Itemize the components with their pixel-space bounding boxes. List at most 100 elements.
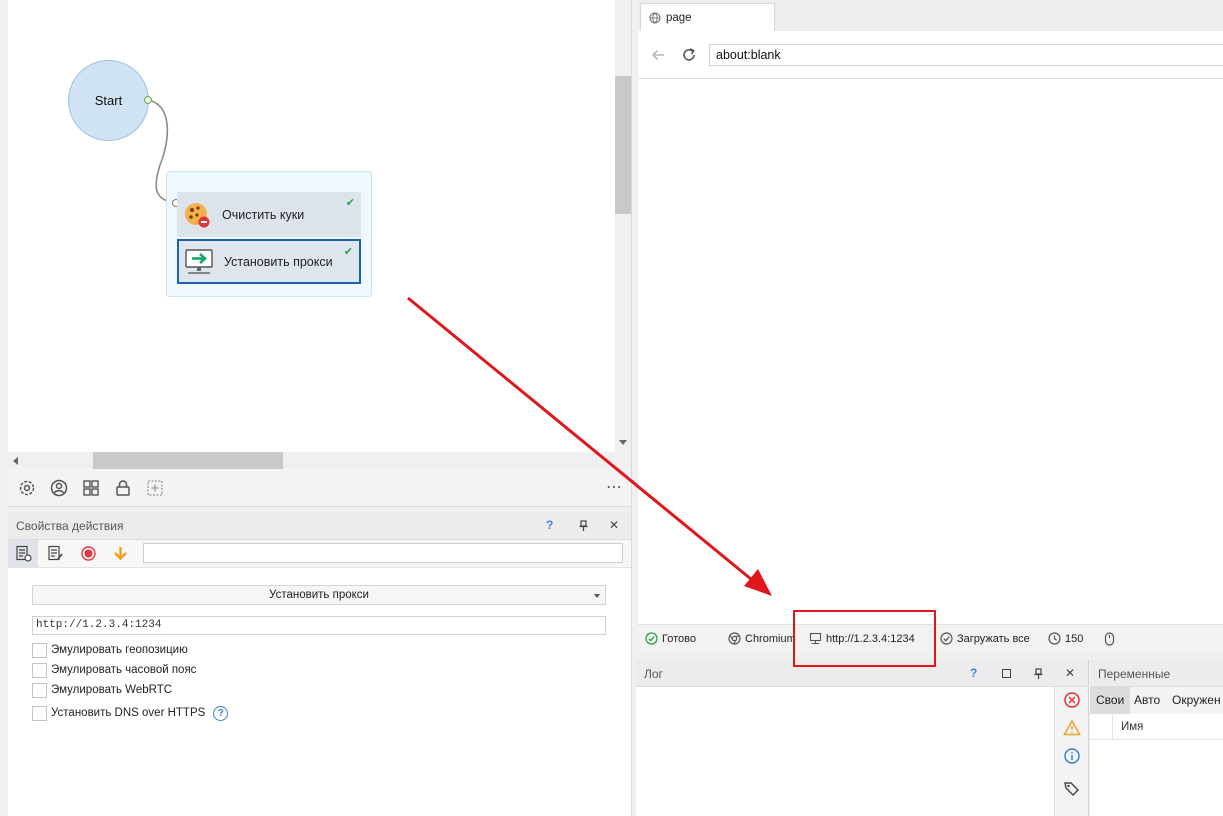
help-button[interactable]: ? bbox=[970, 666, 977, 680]
variables-column-header: Имя bbox=[1090, 714, 1223, 740]
maximize-icon[interactable] bbox=[1002, 669, 1011, 678]
proxy-monitor-icon bbox=[184, 247, 214, 277]
action-type-value: Установить прокси bbox=[269, 589, 369, 601]
log-filter-toolbar bbox=[1054, 687, 1088, 816]
scrollbar-thumb[interactable] bbox=[615, 76, 631, 214]
check-circle-icon bbox=[940, 632, 953, 645]
canvas-vertical-scrollbar[interactable] bbox=[615, 0, 631, 452]
checkbox-row-dns[interactable]: Установить DNS over HTTPS ? bbox=[32, 704, 229, 722]
action-label: Очистить куки bbox=[222, 207, 305, 222]
checkbox-row-geolocation[interactable]: Эмулировать геопозицию bbox=[32, 641, 188, 659]
log-content[interactable] bbox=[636, 687, 1054, 816]
browser-navigation-bar: about:blank bbox=[638, 31, 1223, 79]
canvas-horizontal-scrollbar[interactable] bbox=[8, 452, 631, 469]
workflow-canvas[interactable]: Start Очистить куки ✔ Установить прокси … bbox=[8, 0, 615, 452]
action-group[interactable]: Очистить куки ✔ Установить прокси ✔ bbox=[166, 171, 372, 297]
variables-panel: Переменные Свои Авто Окружен Имя bbox=[1090, 660, 1223, 816]
close-button[interactable]: ✕ bbox=[1065, 666, 1075, 680]
tab-auto[interactable]: Авто bbox=[1134, 693, 1160, 707]
variables-tabs: Свои Авто Окружен bbox=[1090, 687, 1223, 714]
panel-title: Лог bbox=[644, 667, 663, 681]
help-button[interactable]: ? bbox=[546, 518, 553, 532]
properties-filter-input[interactable] bbox=[143, 543, 623, 563]
action-set-proxy[interactable]: Установить прокси ✔ bbox=[177, 239, 361, 284]
tag-filter-icon[interactable] bbox=[1063, 780, 1081, 798]
action-clear-cookies[interactable]: Очистить куки ✔ bbox=[177, 192, 361, 237]
info-filter-icon[interactable] bbox=[1063, 747, 1081, 765]
status-ready: Готово bbox=[645, 632, 696, 645]
start-node-label: Start bbox=[94, 93, 123, 108]
back-arrow-icon[interactable] bbox=[650, 47, 666, 63]
geolocation-checkbox[interactable] bbox=[32, 642, 47, 658]
panel-title: Переменные bbox=[1098, 667, 1171, 681]
error-filter-icon[interactable] bbox=[1063, 691, 1081, 709]
done-check-icon: ✔ bbox=[343, 246, 353, 258]
dns-over-https-checkbox[interactable] bbox=[32, 705, 47, 721]
scrollbar-thumb[interactable] bbox=[93, 452, 283, 469]
edit-document-icon[interactable] bbox=[47, 545, 64, 562]
checkbox-row-webrtc[interactable]: Эмулировать WebRTC bbox=[32, 681, 172, 699]
chevron-down-icon bbox=[594, 594, 600, 598]
more-options-button[interactable]: ⋯ bbox=[606, 477, 623, 497]
status-load-mode[interactable]: Загружать все bbox=[940, 632, 1030, 645]
proxy-input[interactable]: http://1.2.3.4:1234 bbox=[32, 616, 606, 635]
properties-header: Свойства действия ? ✕ bbox=[8, 512, 631, 540]
tab-label: page bbox=[666, 11, 692, 24]
checkbox-label: Эмулировать WebRTC bbox=[51, 684, 173, 696]
timezone-checkbox[interactable] bbox=[32, 662, 47, 678]
clock-icon bbox=[1048, 632, 1061, 645]
status-engine-label: Chromium bbox=[745, 632, 796, 645]
column-separator bbox=[1112, 714, 1113, 740]
column-name-header[interactable]: Имя bbox=[1121, 721, 1143, 733]
webrtc-checkbox[interactable] bbox=[32, 682, 47, 698]
panel-title: Свойства действия bbox=[16, 519, 124, 533]
done-check-icon: ✔ bbox=[345, 197, 355, 209]
reload-icon[interactable] bbox=[681, 47, 697, 63]
gear-icon[interactable] bbox=[18, 479, 36, 497]
properties-panel: Свойства действия ? ✕ Установить прокси … bbox=[8, 512, 631, 816]
annotation-highlight-box bbox=[793, 610, 936, 667]
globe-icon bbox=[649, 11, 661, 24]
cookie-clear-icon bbox=[182, 200, 212, 230]
checkbox-row-timezone[interactable]: Эмулировать часовой пояс bbox=[32, 661, 196, 679]
chromium-icon bbox=[728, 632, 741, 645]
close-button[interactable]: ✕ bbox=[609, 518, 619, 532]
status-timeout[interactable]: 150 bbox=[1048, 632, 1083, 645]
user-circle-icon[interactable] bbox=[50, 479, 68, 497]
address-bar[interactable]: about:blank bbox=[709, 44, 1223, 66]
checkbox-label: Установить DNS over HTTPS bbox=[51, 707, 206, 719]
lock-icon[interactable] bbox=[114, 479, 132, 497]
scroll-down-arrow[interactable] bbox=[619, 440, 627, 445]
record-icon[interactable] bbox=[80, 545, 97, 562]
status-load-label: Загружать все bbox=[957, 632, 1030, 645]
mouse-icon[interactable] bbox=[1104, 632, 1115, 646]
add-frame-icon[interactable] bbox=[146, 479, 164, 497]
browser-viewport[interactable] bbox=[638, 79, 1223, 624]
checkbox-label: Эмулировать часовой пояс bbox=[51, 664, 197, 676]
properties-settings-icon[interactable] bbox=[15, 545, 32, 562]
warning-filter-icon[interactable] bbox=[1063, 719, 1081, 737]
tab-page[interactable]: page bbox=[640, 3, 775, 31]
start-output-port[interactable] bbox=[144, 96, 152, 104]
panel-splitter[interactable] bbox=[631, 0, 632, 816]
arrow-down-icon[interactable] bbox=[112, 545, 129, 562]
status-timeout-label: 150 bbox=[1065, 632, 1084, 645]
status-engine[interactable]: Chromium bbox=[728, 632, 796, 645]
checkbox-label: Эмулировать геопозицию bbox=[51, 644, 188, 656]
browser-tab-bar: page bbox=[638, 0, 1223, 31]
dns-help-icon[interactable]: ? bbox=[213, 705, 229, 721]
start-node[interactable]: Start bbox=[68, 60, 149, 141]
log-panel: Лог ? ✕ bbox=[636, 660, 1088, 816]
panel-splitter[interactable] bbox=[1088, 660, 1089, 816]
status-ready-label: Готово bbox=[662, 632, 696, 645]
tab-environment[interactable]: Окружен bbox=[1172, 693, 1221, 707]
pin-icon[interactable] bbox=[578, 520, 589, 532]
tab-own[interactable]: Свои bbox=[1096, 693, 1124, 707]
scroll-left-arrow[interactable] bbox=[13, 457, 18, 465]
action-type-select[interactable]: Установить прокси bbox=[32, 585, 606, 605]
canvas-toolbar: ⋯ bbox=[8, 469, 631, 507]
action-label: Установить прокси bbox=[224, 254, 333, 269]
grid-icon[interactable] bbox=[82, 479, 100, 497]
pin-icon[interactable] bbox=[1033, 668, 1044, 680]
check-circle-icon bbox=[645, 632, 658, 645]
